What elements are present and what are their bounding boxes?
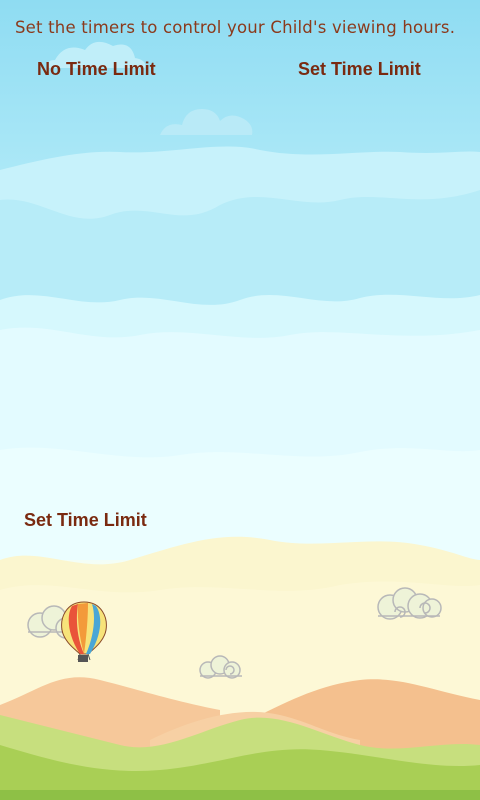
set-time-limit-button[interactable]: Set Time Limit xyxy=(298,59,421,80)
no-time-limit-button[interactable]: No Time Limit xyxy=(37,59,156,80)
instruction-text: Set the timers to control your Child's v… xyxy=(15,18,456,37)
set-time-limit-action-button[interactable]: Set Time Limit xyxy=(24,510,147,531)
background-scene xyxy=(0,0,480,800)
ground-strip xyxy=(0,790,480,800)
